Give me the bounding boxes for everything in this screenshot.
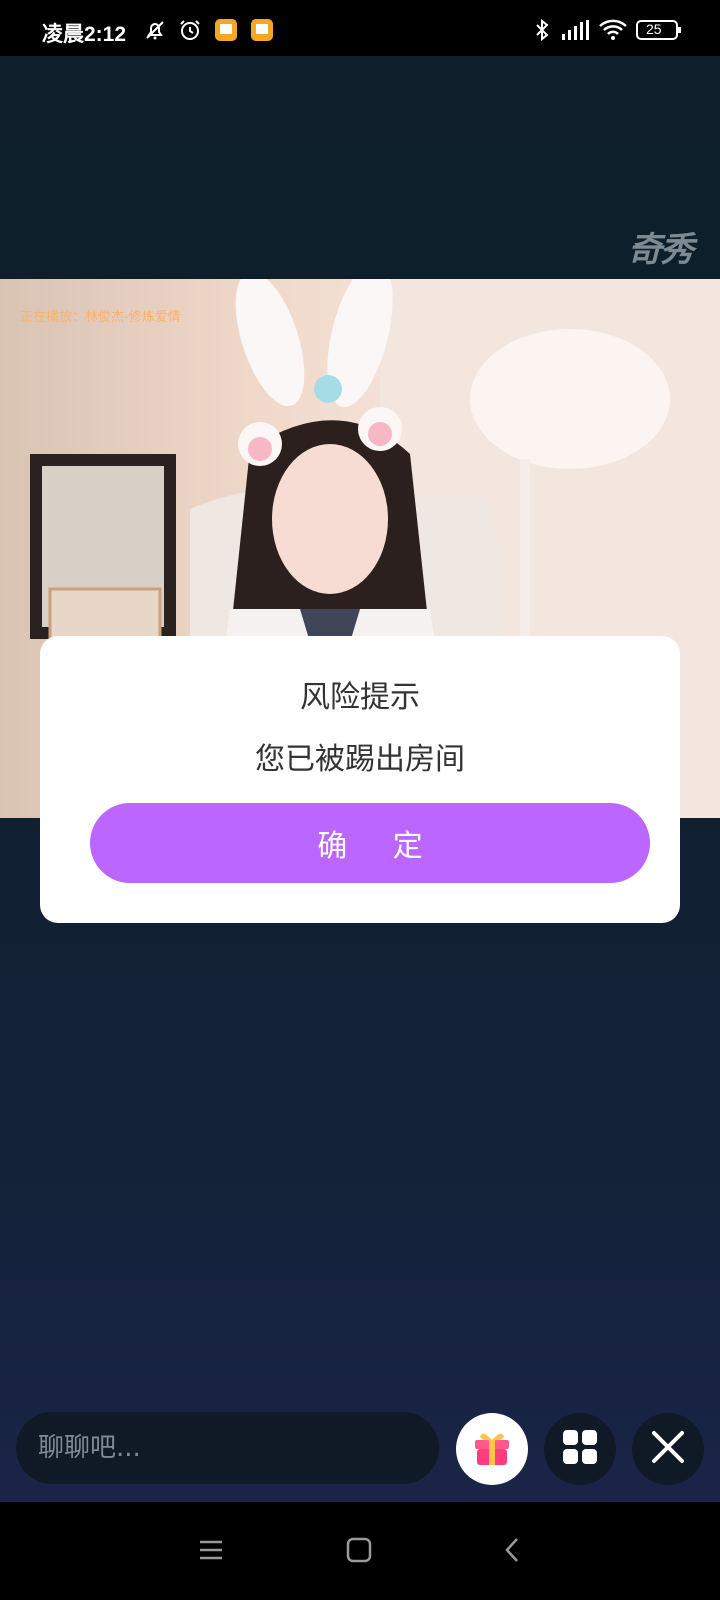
mute-bell-icon (143, 18, 167, 42)
app-watermark: 奇秀 (628, 230, 694, 270)
status-bar: 凌晨2:12 25 (0, 0, 720, 56)
more-features-button[interactable] (544, 1413, 616, 1485)
system-nav-bar (0, 1502, 720, 1600)
close-room-button[interactable] (632, 1413, 704, 1485)
notification-app-icon (250, 18, 274, 42)
gift-button[interactable] (456, 1413, 528, 1485)
menu-icon[interactable] (198, 1537, 224, 1567)
close-icon (650, 1429, 686, 1469)
dialog-title: 风险提示 (300, 680, 420, 715)
gift-icon (470, 1425, 514, 1473)
alarm-icon (178, 18, 202, 42)
dialog-message: 您已被踢出房间 (255, 742, 465, 777)
home-icon[interactable] (346, 1537, 372, 1567)
confirm-button[interactable]: 确 定 (90, 803, 650, 883)
battery-level: 25 (646, 21, 662, 37)
signal-icon (560, 18, 590, 42)
back-icon[interactable] (500, 1537, 526, 1567)
risk-alert-dialog: 风险提示 您已被踢出房间 确 定 (40, 636, 680, 923)
chat-input[interactable]: 聊聊吧... (16, 1412, 439, 1484)
grid-icon (561, 1428, 599, 1470)
notification-app-icon (214, 18, 238, 42)
wifi-icon (598, 18, 628, 42)
bluetooth-icon (530, 18, 554, 42)
now-playing-text: 正在播放：林俊杰-修炼爱情 (20, 310, 181, 325)
status-time: 凌晨2:12 (42, 23, 127, 46)
